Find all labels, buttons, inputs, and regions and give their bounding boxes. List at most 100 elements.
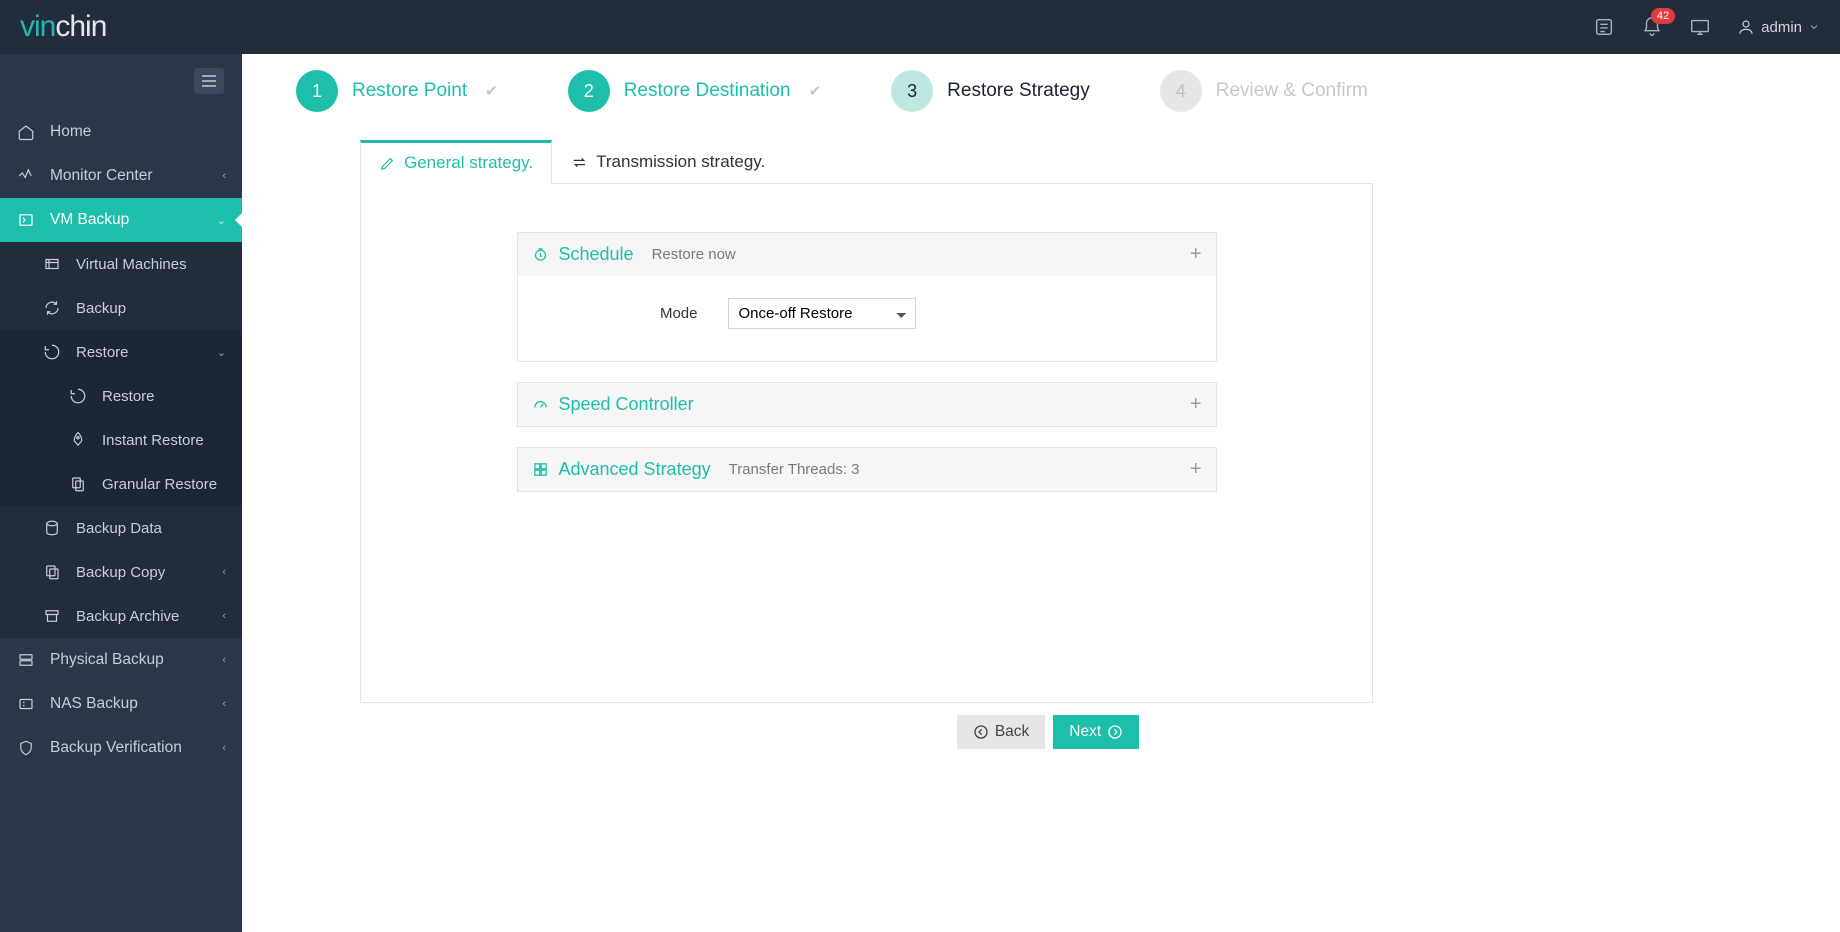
brand-suffix: chin [55,10,106,43]
mode-label: Mode [548,305,728,322]
sidebar-label: Virtual Machines [76,256,187,273]
tab-label: General strategy. [404,153,533,173]
step-label: Review & Confirm [1216,80,1368,102]
sidebar-label: Backup Data [76,520,162,537]
section-advanced: Advanced Strategy Transfer Threads: 3 + [517,447,1217,492]
sidebar-item-vms[interactable]: Virtual Machines [0,242,242,286]
tab-label: Transmission strategy. [596,152,765,172]
shield-icon [16,738,36,758]
sidebar-toggle-button[interactable] [194,68,224,94]
sidebar-item-backupcopy[interactable]: Backup Copy ‹ [0,550,242,594]
files-icon [68,474,88,494]
sidebar-item-granular-restore[interactable]: Granular Restore [0,462,242,506]
chevron-left-icon: ‹ [222,566,226,578]
restore-icon [68,386,88,406]
sidebar-label: Restore [76,344,129,361]
button-label: Next [1069,723,1101,741]
step-number: 4 [1160,70,1202,112]
sidebar-label: Monitor Center [50,167,153,185]
chevron-left-icon: ‹ [222,610,226,622]
notifications-icon[interactable]: 42 [1641,16,1663,38]
transfer-icon [571,154,588,171]
copy-icon [42,562,62,582]
sidebar-item-backup[interactable]: Backup [0,286,242,330]
server-icon [16,650,36,670]
back-button[interactable]: Back [957,715,1045,749]
brand-logo: vinchin [20,10,106,44]
section-title: Advanced Strategy [559,459,711,480]
sidebar-label: Granular Restore [102,476,217,493]
grid-icon [532,461,549,478]
sidebar-item-verification[interactable]: Backup Verification ‹ [0,726,242,770]
sidebar-item-home[interactable]: Home [0,110,242,154]
jobs-icon[interactable] [1593,16,1615,38]
strategy-tabs: General strategy. Transmission strategy. [360,140,1373,184]
display-icon[interactable] [1689,16,1711,38]
sidebar-label: Restore [102,388,155,405]
nas-icon [16,694,36,714]
plus-icon: + [1190,393,1202,416]
tab-general-strategy[interactable]: General strategy. [360,140,552,184]
sidebar: Home Monitor Center ‹ VM Backup ⌄ Virtua… [0,54,242,932]
vm-icon [16,210,36,230]
chevron-down-icon [1808,21,1820,33]
arrow-left-icon [973,724,989,740]
section-header-schedule[interactable]: Schedule Restore now + [518,233,1216,276]
section-header-speed[interactable]: Speed Controller + [518,383,1216,426]
wizard-steps: 1 Restore Point ✔ 2 Restore Destination … [296,70,1800,112]
step-restore-strategy[interactable]: 3 Restore Strategy [891,70,1090,112]
chevron-down-icon: ⌄ [217,214,226,227]
arrow-right-icon [1107,724,1123,740]
restore-icon [42,342,62,362]
user-name: admin [1761,19,1802,36]
next-button[interactable]: Next [1053,715,1139,749]
monitor-icon [16,166,36,186]
step-restore-point[interactable]: 1 Restore Point ✔ [296,70,498,112]
sidebar-item-backuparchive[interactable]: Backup Archive ‹ [0,594,242,638]
sidebar-item-restore[interactable]: Restore ⌄ [0,330,242,374]
step-restore-destination[interactable]: 2 Restore Destination ✔ [568,70,821,112]
section-title: Speed Controller [559,394,694,415]
edit-icon [379,155,396,172]
step-number: 3 [891,70,933,112]
step-label: Restore Strategy [947,80,1090,102]
section-subtitle: Restore now [652,246,736,263]
sidebar-label: Home [50,123,91,141]
sidebar-item-nas[interactable]: NAS Backup ‹ [0,682,242,726]
chevron-down-icon: ⌄ [217,346,226,359]
grid-icon [42,254,62,274]
database-icon [42,518,62,538]
sidebar-label: Backup [76,300,126,317]
step-label: Restore Point [352,80,467,102]
home-icon [16,122,36,142]
step-review-confirm: 4 Review & Confirm [1160,70,1368,112]
sidebar-label: Physical Backup [50,651,164,669]
plus-icon: + [1190,243,1202,266]
check-icon: ✔ [809,82,822,100]
sidebar-label: Backup Copy [76,564,165,581]
notification-badge: 42 [1651,8,1675,24]
tab-transmission-strategy[interactable]: Transmission strategy. [552,140,784,183]
sidebar-item-restore-sub[interactable]: Restore [0,374,242,418]
section-header-advanced[interactable]: Advanced Strategy Transfer Threads: 3 + [518,448,1216,491]
sidebar-item-vmbackup[interactable]: VM Backup ⌄ [0,198,242,242]
step-number: 2 [568,70,610,112]
mode-select[interactable]: Once-off Restore [728,298,916,329]
chevron-left-icon: ‹ [222,654,226,666]
chevron-left-icon: ‹ [222,170,226,182]
brand-prefix: vin [20,10,55,43]
sidebar-label: Backup Verification [50,739,182,757]
clock-icon [532,246,549,263]
sidebar-item-monitor[interactable]: Monitor Center ‹ [0,154,242,198]
sidebar-item-instant-restore[interactable]: Instant Restore [0,418,242,462]
button-label: Back [995,723,1029,741]
archive-icon [42,606,62,626]
step-label: Restore Destination [624,80,791,102]
sidebar-item-backupdata[interactable]: Backup Data [0,506,242,550]
strategy-panel: Schedule Restore now + Mode Once-off Res… [360,184,1373,703]
chevron-left-icon: ‹ [222,742,226,754]
user-menu[interactable]: admin [1737,18,1820,36]
sidebar-label: Backup Archive [76,608,179,625]
section-subtitle: Transfer Threads: 3 [729,461,860,478]
sidebar-item-physical[interactable]: Physical Backup ‹ [0,638,242,682]
